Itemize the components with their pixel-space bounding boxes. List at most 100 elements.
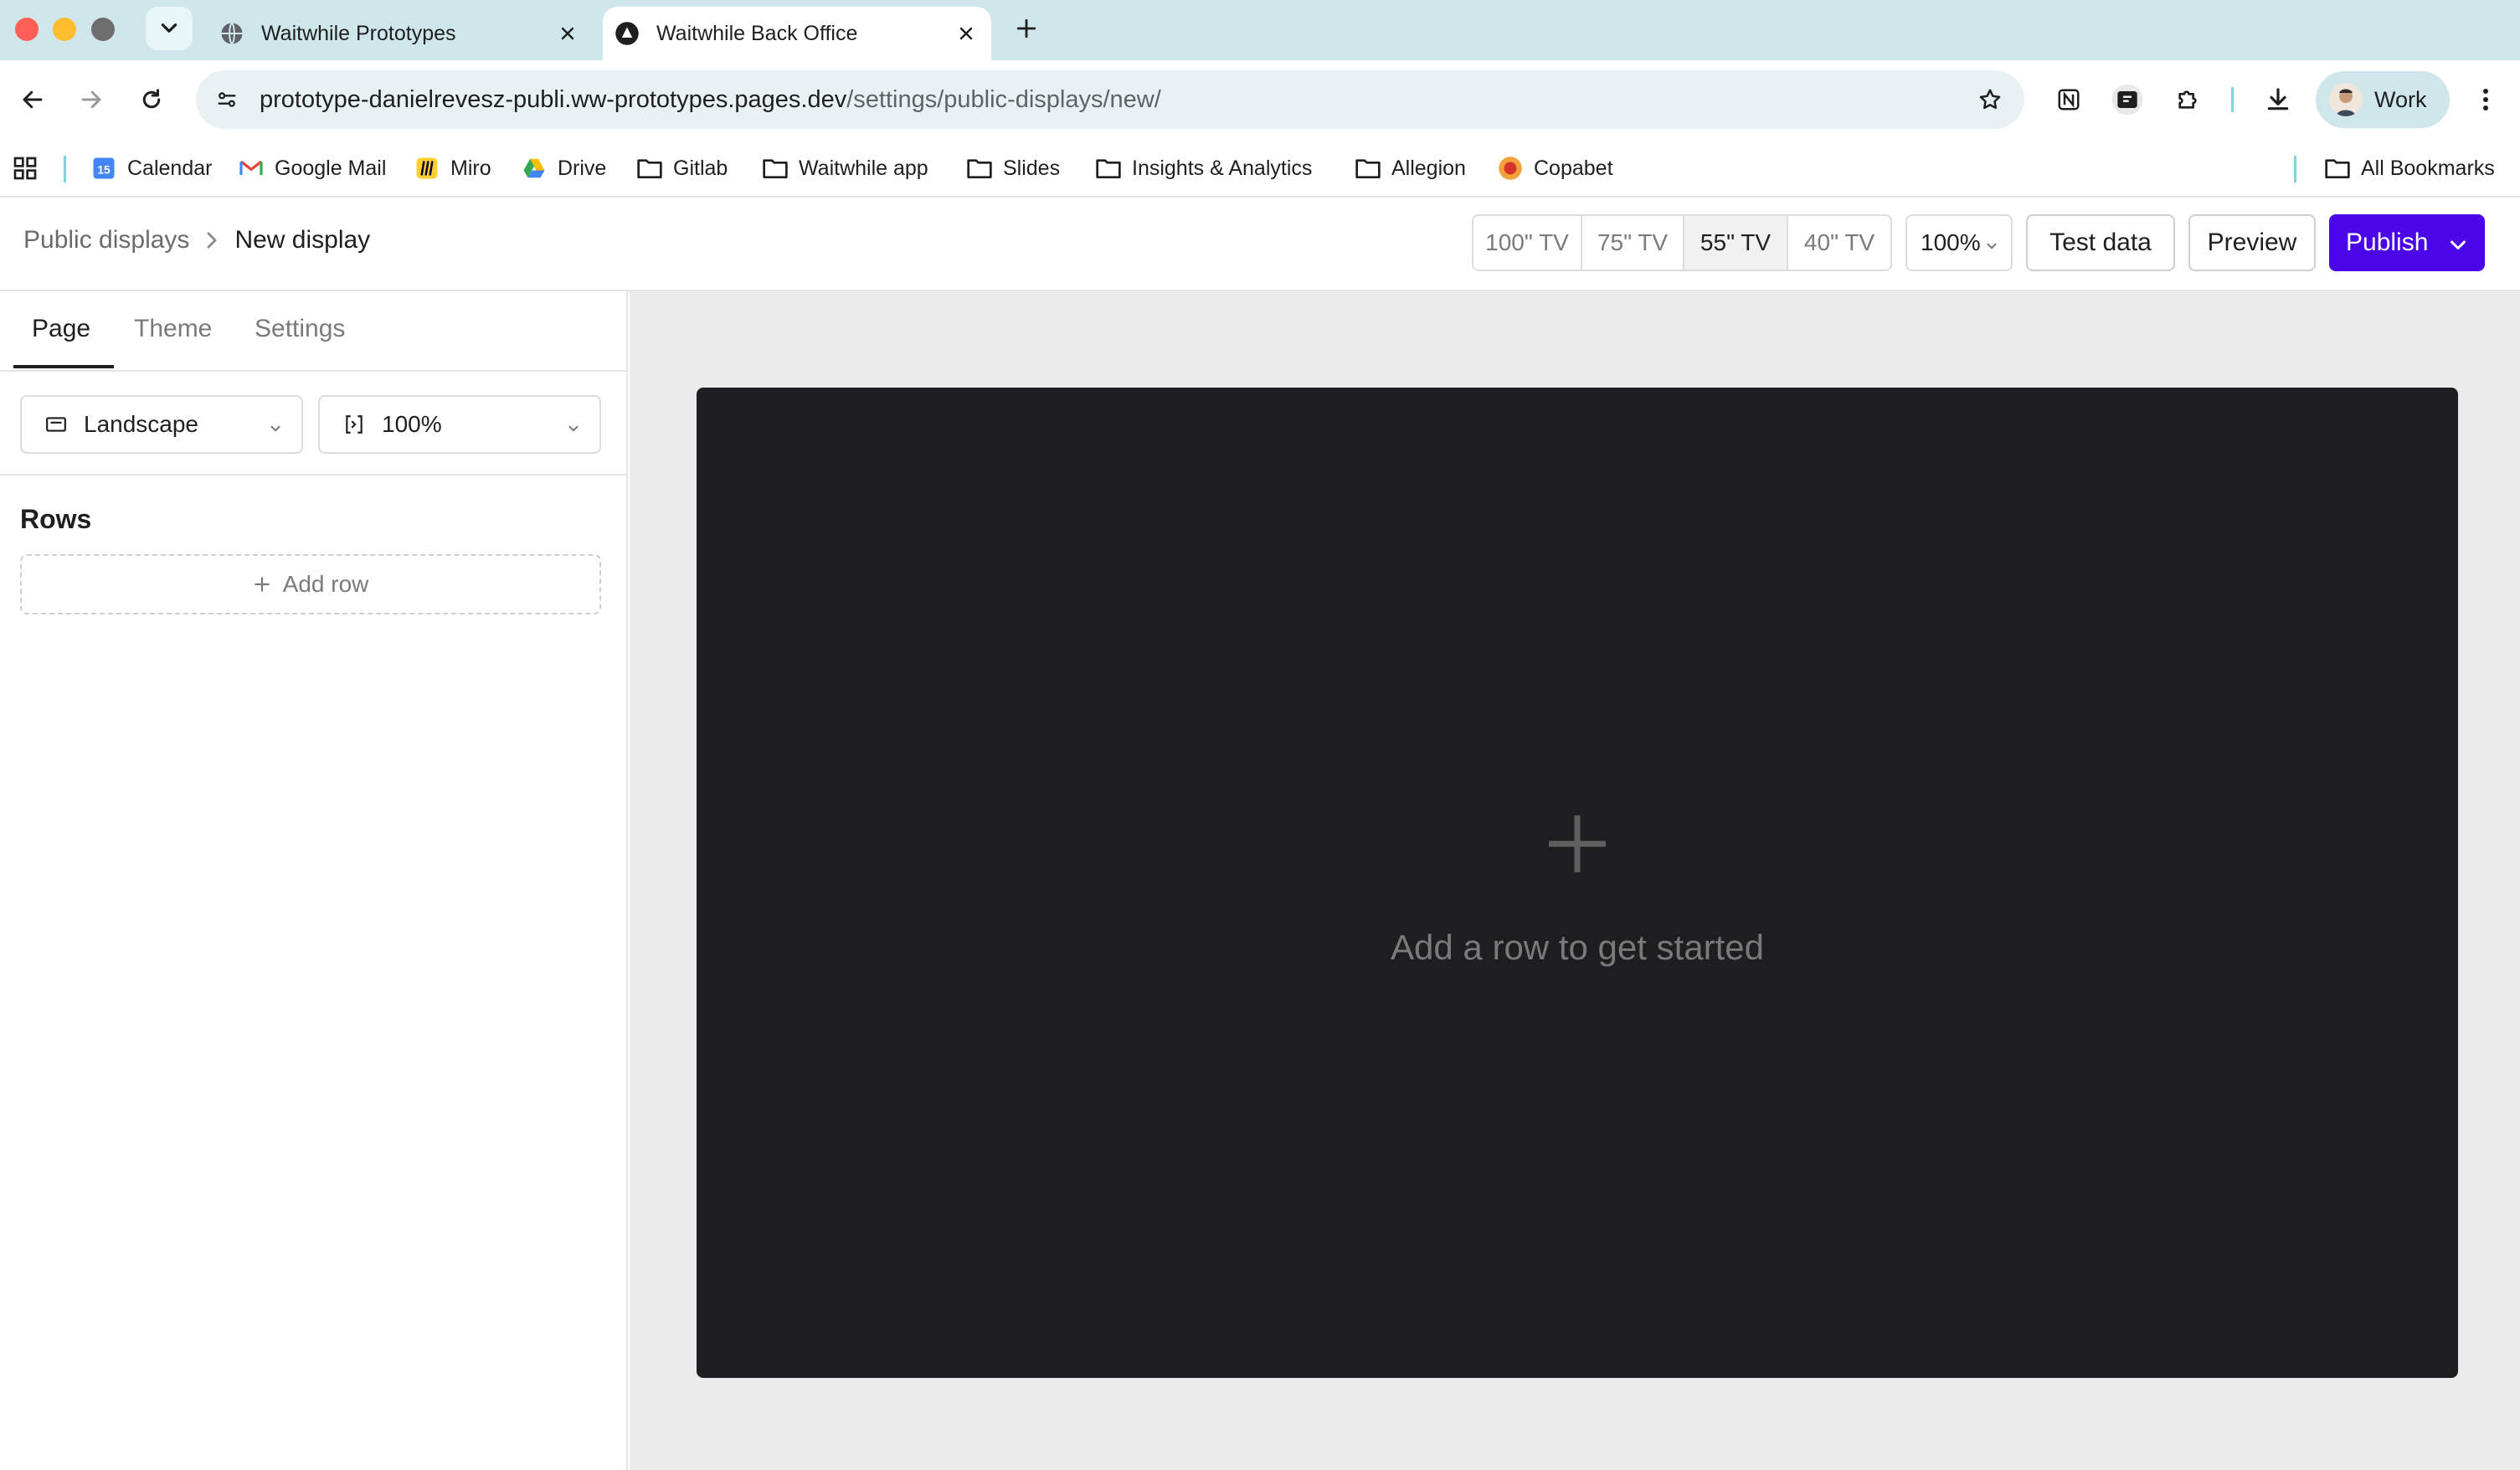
folder-icon xyxy=(762,155,789,182)
bookmark-label: Gitlab xyxy=(673,156,728,180)
browser-tab-prototypes[interactable]: Waitwhile Prototypes xyxy=(208,7,593,60)
bookmark-copabet[interactable]: Copabet xyxy=(1497,149,1613,188)
display-preview[interactable] xyxy=(697,388,2458,1378)
add-row-label: Add row xyxy=(282,571,369,597)
bookmark-label: Google Mail xyxy=(275,156,387,180)
preview-button[interactable]: Preview xyxy=(2188,214,2316,271)
orientation-value: Landscape xyxy=(84,411,199,437)
screen-recorder-extension-icon[interactable] xyxy=(2106,79,2148,121)
bookmark-gitlab[interactable]: Gitlab xyxy=(636,149,728,188)
screen-size-toggle: 100" TV 75" TV 55" TV 40" TV xyxy=(1472,214,1892,271)
publish-button[interactable]: Publish xyxy=(2329,214,2485,271)
bookmark-waitwhile-app[interactable]: Waitwhile app xyxy=(762,149,928,188)
all-bookmarks-button[interactable]: All Bookmarks xyxy=(2324,149,2495,188)
forward-button[interactable] xyxy=(70,79,112,121)
add-row-plus-icon[interactable] xyxy=(1545,812,1609,876)
bookmark-label: Slides xyxy=(1003,156,1061,180)
empty-state-message: Add a row to get started xyxy=(1391,928,1764,967)
notion-extension-icon[interactable] xyxy=(2048,79,2090,121)
scale-value: 100% xyxy=(382,411,442,437)
arrow-right-icon xyxy=(81,90,101,109)
chevron-right-icon xyxy=(204,231,219,249)
tab-theme[interactable]: Theme xyxy=(134,315,212,343)
folder-icon xyxy=(966,155,993,182)
url-text: prototype-danielrevesz-publi.ww-prototyp… xyxy=(260,86,1969,114)
publish-label: Publish xyxy=(2346,229,2429,256)
puzzle-extensions-icon[interactable] xyxy=(2167,79,2209,121)
apps-grid-button[interactable] xyxy=(12,149,39,188)
bookmark-label: Drive xyxy=(558,156,607,180)
copabet-icon xyxy=(1497,155,1524,182)
chevron-down-icon xyxy=(1984,234,1999,261)
globe-icon xyxy=(219,21,244,46)
zoom-value: 100% xyxy=(1921,229,1981,255)
scale-select[interactable]: 100% xyxy=(318,395,601,454)
tab-title: Waitwhile Back Office xyxy=(656,21,858,45)
bookmark-label: Copabet xyxy=(1534,156,1613,180)
bookmark-google-mail[interactable]: Google Mail xyxy=(238,149,386,188)
fit-scale-icon xyxy=(342,412,367,437)
bookmark-miro[interactable]: Miro xyxy=(414,149,491,188)
breadcrumb: Public displays New display xyxy=(23,226,370,254)
test-data-button[interactable]: Test data xyxy=(2026,214,2175,271)
size-option-55-tv[interactable]: 55" TV xyxy=(1684,216,1788,270)
site-settings-icon[interactable] xyxy=(206,79,248,121)
folder-icon xyxy=(1095,155,1122,182)
close-window-button[interactable] xyxy=(15,18,39,41)
bookmark-drive[interactable]: Drive xyxy=(521,149,606,188)
landscape-icon xyxy=(44,412,69,437)
size-option-75-tv[interactable]: 75" TV xyxy=(1582,216,1684,270)
sidebar-divider xyxy=(0,474,628,475)
bookmark-label: Miro xyxy=(450,156,491,180)
reload-button[interactable] xyxy=(131,79,172,121)
bookmarks-divider xyxy=(64,156,66,182)
kebab-menu-icon xyxy=(2483,89,2488,111)
url-host: prototype-danielrevesz-publi.ww-prototyp… xyxy=(260,85,847,113)
bookmark-label: Waitwhile app xyxy=(799,156,928,180)
tab-settings[interactable]: Settings xyxy=(255,315,345,343)
size-option-40-tv[interactable]: 40" TV xyxy=(1788,216,1890,270)
bookmarks-bar: 15 Calendar Google Mail Miro Drive Gitla… xyxy=(0,139,2520,198)
orientation-select[interactable]: Landscape xyxy=(20,395,303,454)
tab-search-button[interactable] xyxy=(146,7,193,50)
address-bar[interactable]: prototype-danielrevesz-publi.ww-prototyp… xyxy=(196,70,2024,129)
calendar-badge: 15 xyxy=(97,163,111,176)
drive-icon xyxy=(521,155,548,182)
plus-icon xyxy=(253,575,271,594)
bookmark-slides[interactable]: Slides xyxy=(966,149,1060,188)
chevron-down-icon xyxy=(566,417,581,444)
size-option-100-tv[interactable]: 100" TV xyxy=(1473,216,1582,270)
chevron-down-icon xyxy=(2448,233,2468,261)
bookmark-calendar[interactable]: 15 Calendar xyxy=(90,149,212,188)
zoom-select[interactable]: 100% xyxy=(1905,214,2013,271)
arrow-left-icon xyxy=(23,90,43,109)
folder-icon xyxy=(636,155,663,182)
bookmarks-divider xyxy=(2294,156,2296,182)
close-tab-icon[interactable] xyxy=(551,17,584,50)
bookmark-insights-analytics[interactable]: Insights & Analytics xyxy=(1095,149,1312,188)
bookmark-allegion[interactable]: Allegion xyxy=(1355,149,1466,188)
profile-label: Work xyxy=(2374,86,2427,112)
sidebar-tabs: Page Theme Settings xyxy=(0,291,628,372)
downloads-icon[interactable] xyxy=(2257,79,2299,121)
bookmark-star-icon[interactable] xyxy=(1969,79,2011,121)
browser-tab-back-office[interactable]: Waitwhile Back Office xyxy=(603,7,991,60)
breadcrumb-public-displays[interactable]: Public displays xyxy=(23,226,189,254)
profile-button[interactable]: Work xyxy=(2316,71,2450,128)
add-row-button[interactable]: Add row xyxy=(20,554,601,614)
minimize-window-button[interactable] xyxy=(53,18,76,41)
apps-grid-icon xyxy=(13,157,37,180)
bookmark-label: Insights & Analytics xyxy=(1132,156,1313,180)
fullscreen-window-button[interactable] xyxy=(91,18,115,41)
reload-icon xyxy=(142,89,161,109)
url-path: /settings/public-displays/new/ xyxy=(846,85,1161,113)
waitwhile-logo-icon xyxy=(615,21,640,46)
bookmark-label: Calendar xyxy=(127,156,213,180)
editor-sidebar: Page Theme Settings Landscape 100% Rows … xyxy=(0,291,628,1470)
new-tab-button[interactable] xyxy=(1008,10,1045,47)
tab-page[interactable]: Page xyxy=(32,315,90,343)
browser-menu-button[interactable] xyxy=(2465,79,2507,121)
folder-icon xyxy=(1355,155,1381,182)
back-button[interactable] xyxy=(12,79,54,121)
close-tab-icon[interactable] xyxy=(949,17,983,50)
